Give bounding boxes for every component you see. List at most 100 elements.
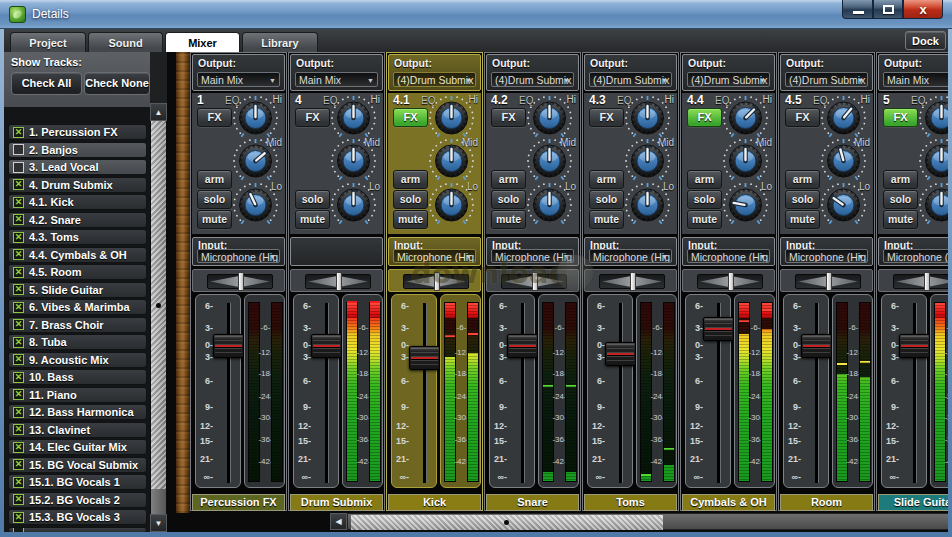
arm-button[interactable]: arm — [883, 170, 918, 189]
eq-mid-knob[interactable] — [820, 139, 867, 183]
check-all-button[interactable]: Check All — [11, 72, 82, 95]
dock-button[interactable]: Dock — [905, 31, 946, 50]
eq-hi-knob[interactable] — [232, 96, 279, 140]
fader-track[interactable] — [521, 303, 525, 483]
fader-track[interactable] — [815, 303, 819, 483]
scroll-left-button[interactable]: ◀ — [330, 513, 347, 530]
pan-handle[interactable] — [728, 272, 734, 291]
track-item[interactable]: ✕6. Vibes & Marimba — [8, 299, 147, 315]
track-item[interactable]: ✕15.2. BG Vocals 2 — [8, 492, 147, 508]
track-item[interactable]: ✕15. BG Vocal Submix — [8, 457, 147, 473]
track-checkbox[interactable]: ✕ — [13, 494, 24, 505]
output-select[interactable]: Main Mix▼ — [197, 72, 280, 87]
solo-button[interactable]: solo — [197, 190, 232, 209]
eq-lo-knob[interactable] — [330, 183, 377, 227]
pan-slider[interactable] — [795, 274, 861, 289]
strip-name[interactable]: Cymbals & OH — [682, 494, 775, 511]
track-item[interactable]: ✕12. Bass Harmonica — [8, 404, 147, 420]
track-checkbox[interactable]: ✕ — [13, 197, 24, 208]
eq-lo-knob[interactable] — [624, 183, 671, 227]
fader-handle[interactable] — [409, 346, 440, 370]
track-checkbox[interactable]: ✕ — [13, 232, 24, 243]
track-checkbox[interactable]: ✕ — [13, 407, 24, 418]
tab-library[interactable]: Library — [242, 32, 318, 52]
scroll-up-button[interactable]: ▲ — [150, 103, 167, 121]
fader-handle[interactable] — [899, 334, 930, 358]
arm-button[interactable]: arm — [197, 170, 232, 189]
fader-handle[interactable] — [605, 342, 636, 366]
fader-track[interactable] — [423, 303, 427, 483]
eq-lo-knob[interactable] — [428, 183, 475, 227]
fader-track[interactable] — [325, 303, 329, 483]
track-item[interactable]: 3. Lead Vocal — [8, 159, 147, 175]
track-checkbox[interactable]: ✕ — [13, 319, 24, 330]
output-select[interactable]: (4)Drum Submix▼ — [785, 72, 868, 87]
eq-mid-knob[interactable] — [428, 139, 475, 183]
arm-button[interactable]: arm — [589, 170, 624, 189]
pan-slider[interactable] — [893, 274, 948, 289]
fx-button[interactable]: FX — [687, 108, 722, 127]
track-item[interactable]: ✕15.1. BG Vocals 1 — [8, 474, 147, 490]
track-checkbox[interactable]: ✕ — [13, 179, 24, 190]
strip-name[interactable]: Room — [780, 494, 873, 511]
track-item[interactable]: ✕1. Percussion FX — [8, 124, 147, 140]
fader-track[interactable] — [619, 303, 623, 483]
output-select[interactable]: (4)Drum Submix▼ — [491, 72, 574, 87]
eq-hi-knob[interactable] — [722, 96, 769, 140]
eq-mid-knob[interactable] — [232, 139, 279, 183]
mute-button[interactable]: mute — [687, 210, 722, 229]
eq-mid-knob[interactable] — [918, 139, 948, 183]
eq-hi-knob[interactable] — [820, 96, 867, 140]
tab-sound[interactable]: Sound — [88, 32, 163, 52]
fader-handle[interactable] — [213, 334, 244, 358]
eq-hi-knob[interactable] — [330, 96, 377, 140]
h-scrollbar-track[interactable] — [347, 513, 948, 530]
mixer-scrollbar[interactable]: ◀ ▶ — [330, 513, 948, 530]
input-select[interactable]: Microphone (Hig...▼ — [687, 249, 770, 263]
input-select[interactable]: Microphone (Hig...▼ — [883, 249, 948, 263]
track-item[interactable] — [8, 527, 147, 533]
eq-mid-knob[interactable] — [722, 139, 769, 183]
mute-button[interactable]: mute — [491, 210, 526, 229]
maximize-button[interactable] — [873, 0, 903, 19]
close-button[interactable]: x — [903, 0, 943, 19]
scrollbar-thumb[interactable] — [151, 121, 166, 489]
arm-button[interactable]: arm — [785, 170, 820, 189]
track-checkbox[interactable]: ✕ — [13, 459, 24, 470]
track-checkbox[interactable]: ✕ — [13, 284, 24, 295]
tab-project[interactable]: Project — [10, 32, 86, 52]
eq-lo-knob[interactable] — [918, 183, 948, 227]
strip-name[interactable]: Kick — [388, 494, 481, 511]
eq-hi-knob[interactable] — [918, 96, 948, 140]
track-item[interactable]: ✕9. Acoustic Mix — [8, 352, 147, 368]
strip-name[interactable]: Percussion FX — [192, 494, 285, 511]
track-item[interactable]: ✕10. Bass — [8, 369, 147, 385]
output-select[interactable]: Main Mix▼ — [883, 72, 948, 87]
fx-button[interactable]: FX — [393, 108, 428, 127]
arm-button[interactable]: arm — [491, 170, 526, 189]
track-checkbox[interactable]: ✕ — [13, 372, 24, 383]
pan-handle[interactable] — [238, 272, 244, 291]
eq-lo-knob[interactable] — [526, 183, 573, 227]
mute-button[interactable]: mute — [197, 210, 232, 229]
track-item[interactable]: ✕4.2. Snare — [8, 212, 147, 228]
pan-handle[interactable] — [336, 272, 342, 291]
fader-handle[interactable] — [703, 317, 734, 341]
pan-slider[interactable] — [207, 274, 273, 289]
fader-track[interactable] — [227, 303, 231, 483]
track-checkbox[interactable]: ✕ — [13, 249, 24, 260]
strip-name[interactable]: Slide Guitar — [878, 494, 948, 511]
track-checkbox[interactable]: ✕ — [13, 512, 24, 523]
output-select[interactable]: (4)Drum Submix▼ — [589, 72, 672, 87]
track-checkbox[interactable]: ✕ — [13, 442, 24, 453]
fx-button[interactable]: FX — [785, 108, 820, 127]
solo-button[interactable]: solo — [393, 190, 428, 209]
mute-button[interactable]: mute — [393, 210, 428, 229]
solo-button[interactable]: solo — [785, 190, 820, 209]
arm-button[interactable]: arm — [687, 170, 722, 189]
pan-slider[interactable] — [697, 274, 763, 289]
mute-button[interactable]: mute — [883, 210, 918, 229]
eq-hi-knob[interactable] — [624, 96, 671, 140]
output-select[interactable]: (4)Drum Submix▼ — [687, 72, 770, 87]
output-select[interactable]: Main Mix▼ — [295, 72, 378, 87]
